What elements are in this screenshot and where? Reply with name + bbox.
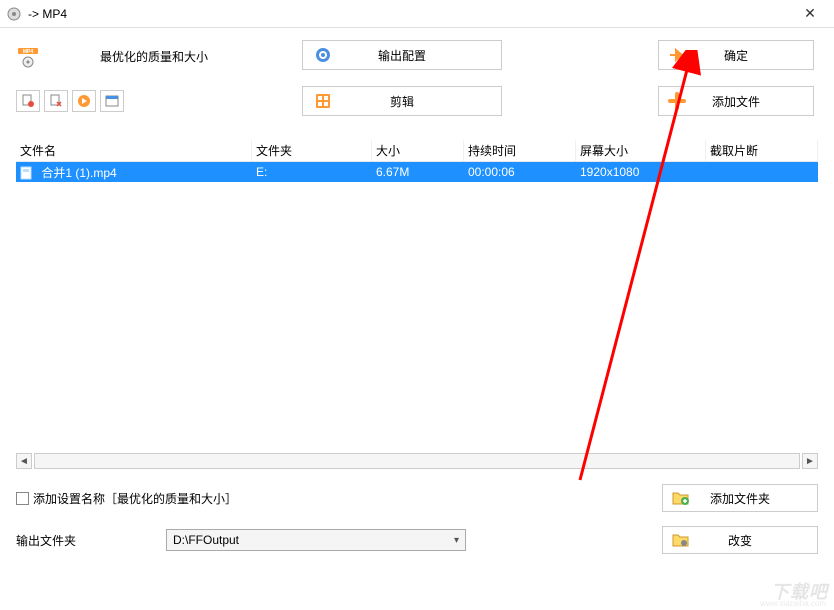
cell-duration: 00:00:06 — [464, 165, 576, 179]
th-size[interactable]: 大小 — [372, 140, 464, 161]
arrow-right-icon — [659, 46, 695, 64]
output-folder-label: 输出文件夹 — [16, 532, 166, 549]
change-label: 改变 — [699, 532, 817, 549]
folder-gear-icon — [663, 531, 699, 549]
play-icon — [77, 94, 91, 108]
add-settings-checkbox[interactable] — [16, 492, 29, 505]
table-row[interactable]: 合并1 (1).mp4 E: 6.67M 00:00:06 1920x1080 — [16, 162, 818, 182]
small-toolbar — [16, 90, 302, 112]
top-toolbar: MP4 最优化的质量和大小 输出配置 — [0, 28, 834, 140]
quality-label: 最优化的质量和大小 — [100, 48, 208, 65]
cell-size: 6.67M — [372, 165, 464, 179]
folder-plus-icon — [663, 489, 699, 507]
cell-screen: 1920x1080 — [576, 165, 706, 179]
scroll-left-icon[interactable]: ◄ — [16, 453, 32, 469]
add-folder-label: 添加文件夹 — [699, 490, 817, 507]
cell-name: 合并1 (1).mp4 — [41, 166, 116, 180]
th-duration[interactable]: 持续时间 — [464, 140, 576, 161]
page-minus-icon — [21, 94, 35, 108]
watermark-url: www.xiazaiba.com — [760, 599, 826, 608]
add-settings-label: 添加设置名称［最优化的质量和大小］ — [33, 490, 237, 507]
titlebar: -> MP4 ✕ — [0, 0, 834, 28]
svg-text:MP4: MP4 — [23, 49, 34, 55]
toolbar-btn-1[interactable] — [16, 90, 40, 112]
plus-icon — [659, 92, 695, 110]
add-folder-button[interactable]: 添加文件夹 — [662, 484, 818, 512]
close-button[interactable]: ✕ — [792, 0, 828, 28]
video-file-icon — [20, 166, 34, 180]
cell-folder: E: — [252, 165, 372, 179]
table-body: 合并1 (1).mp4 E: 6.67M 00:00:06 1920x1080 — [16, 162, 818, 450]
app-icon — [6, 6, 22, 22]
th-folder[interactable]: 文件夹 — [252, 140, 372, 161]
toolbar-btn-play[interactable] — [72, 90, 96, 112]
output-folder-value: D:\FFOutput — [173, 533, 239, 547]
file-table: 文件名 文件夹 大小 持续时间 屏幕大小 截取片断 合并1 (1).mp4 E:… — [0, 140, 834, 470]
add-file-button[interactable]: 添加文件 — [658, 86, 814, 116]
scroll-track[interactable] — [34, 453, 800, 469]
ok-label: 确定 — [695, 47, 813, 64]
bottom-section: 添加设置名称［最优化的质量和大小］ 添加文件夹 输出文件夹 D:\FFOutpu… — [0, 470, 834, 554]
output-config-button[interactable]: 输出配置 — [302, 40, 502, 70]
gear-icon — [303, 46, 343, 64]
window-title: -> MP4 — [28, 7, 792, 21]
output-folder-select[interactable]: D:\FFOutput ▾ — [166, 529, 466, 551]
window-icon — [105, 94, 119, 108]
ok-button[interactable]: 确定 — [658, 40, 814, 70]
toolbar-btn-4[interactable] — [100, 90, 124, 112]
film-icon — [303, 92, 343, 110]
th-clip[interactable]: 截取片断 — [706, 140, 818, 161]
add-file-label: 添加文件 — [695, 93, 813, 110]
output-config-label: 输出配置 — [343, 47, 501, 64]
edit-button[interactable]: 剪辑 — [302, 86, 502, 116]
edit-label: 剪辑 — [343, 93, 501, 110]
table-header: 文件名 文件夹 大小 持续时间 屏幕大小 截取片断 — [16, 140, 818, 162]
th-screen[interactable]: 屏幕大小 — [576, 140, 706, 161]
change-button[interactable]: 改变 — [662, 526, 818, 554]
h-scrollbar[interactable]: ◄ ► — [16, 452, 818, 470]
page-x-icon — [49, 94, 63, 108]
scroll-right-icon[interactable]: ► — [802, 453, 818, 469]
th-name[interactable]: 文件名 — [16, 140, 252, 161]
toolbar-btn-2[interactable] — [44, 90, 68, 112]
chevron-down-icon: ▾ — [454, 535, 459, 546]
mp4-format-icon: MP4 — [16, 44, 40, 68]
